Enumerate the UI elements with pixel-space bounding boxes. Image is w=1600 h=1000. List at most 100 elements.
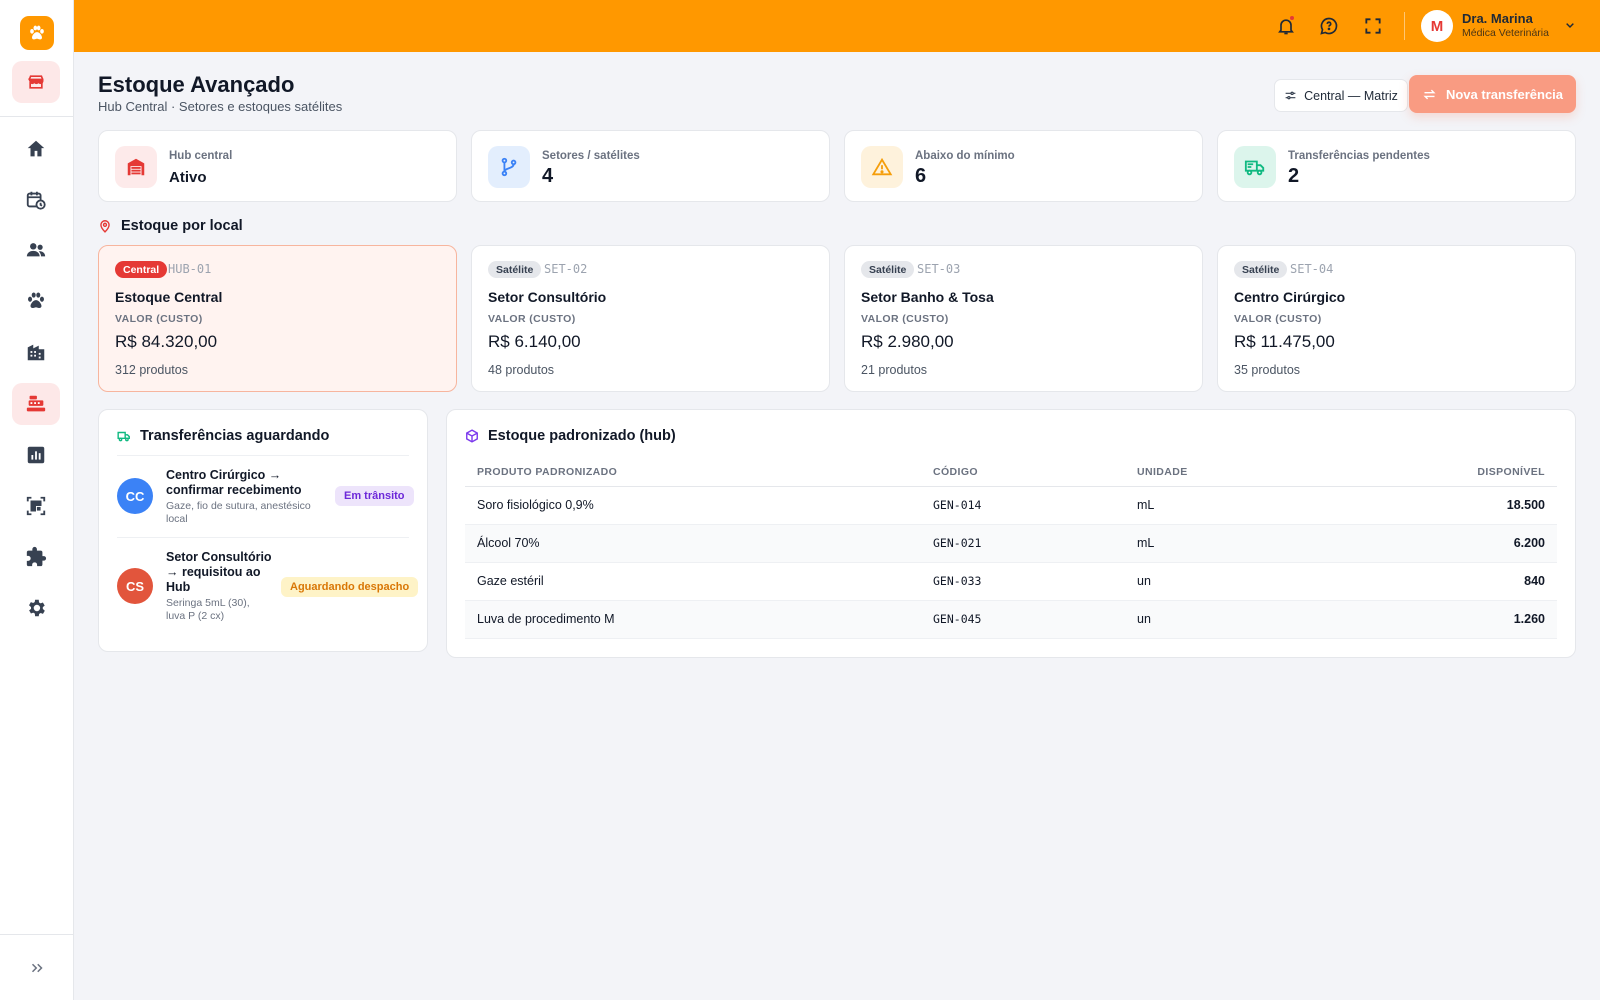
branch-icon <box>488 146 530 188</box>
cell-code: GEN-033 <box>921 562 1125 601</box>
column-header-unit[interactable]: UNIDADE <box>1125 458 1329 487</box>
sidebar-expand-button[interactable] <box>0 934 73 1000</box>
new-transfer-label: Nova transferência <box>1445 86 1564 102</box>
standard-stock-table: PRODUTO PADRONIZADO CÓDIGO UNIDADE DISPO… <box>465 458 1557 639</box>
sidebar-item-integrations[interactable] <box>12 536 60 578</box>
location-badge: Satélite <box>488 261 542 278</box>
cell-available: 840 <box>1329 562 1557 601</box>
fullscreen-icon <box>1365 18 1381 34</box>
section-title-text: Transferências aguardando <box>140 428 330 444</box>
paw-logo-icon[interactable] <box>20 16 54 50</box>
locations-section-title: Estoque por local <box>98 218 243 234</box>
puzzle-icon <box>26 546 47 567</box>
help-chat-button[interactable] <box>1317 14 1341 38</box>
location-product-count: 21 produtos <box>861 363 928 377</box>
double-chevron-right-icon <box>31 963 43 972</box>
new-transfer-button[interactable]: Nova transferência <box>1409 75 1576 113</box>
bar-chart-icon <box>27 446 45 464</box>
table-row[interactable]: Luva de procedimento M GEN-045 un 1.260 <box>465 600 1557 639</box>
sidebar-item-home[interactable] <box>12 128 60 170</box>
table-row[interactable]: Álcool 70% GEN-021 mL 6.200 <box>465 524 1557 563</box>
location-card-banho-tosa[interactable]: Satélite SET-03 Setor Banho & Tosa VALOR… <box>844 245 1203 392</box>
user-name[interactable]: Dra. Marina <box>1462 11 1533 26</box>
transfer-description: Gaze, fio de sutura, anestésico local <box>166 500 326 525</box>
page-title: Estoque Avançado <box>98 72 295 97</box>
topbar-divider <box>1404 12 1405 40</box>
transfer-title-line: Setor Consultório <box>166 550 272 564</box>
notifications-button[interactable] <box>1274 14 1298 38</box>
stat-card-below-min: Abaixo do mínimo 6 <box>844 130 1203 202</box>
truck-icon <box>117 431 130 442</box>
location-name: Estoque Central <box>115 289 223 305</box>
store-button[interactable] <box>12 61 60 103</box>
paw-icon <box>28 292 44 309</box>
cell-available: 1.260 <box>1329 600 1557 639</box>
box-icon <box>466 429 478 443</box>
column-header-available[interactable]: DISPONÍVEL <box>1329 458 1557 487</box>
cell-product: Soro fisiológico 0,9% <box>465 486 921 525</box>
stat-card-hub: Hub central Ativo <box>98 130 457 202</box>
chevron-down-icon[interactable] <box>1562 17 1578 33</box>
notification-dot <box>1289 15 1295 21</box>
location-card-centro-cirurgico[interactable]: Satélite SET-04 Centro Cirúrgico VALOR (… <box>1217 245 1576 392</box>
location-code: SET-04 <box>1290 262 1334 276</box>
standard-stock-panel: Estoque padronizado (hub) PRODUTO PADRON… <box>446 409 1576 658</box>
sidebar-item-settings[interactable] <box>12 587 60 629</box>
sidebar-item-units[interactable] <box>12 331 60 373</box>
transfer-title[interactable]: Centro Cirúrgico → confirmar recebimento <box>166 468 301 498</box>
cell-unit: mL <box>1125 524 1329 563</box>
sidebar-divider <box>0 116 73 117</box>
stat-value: 6 <box>915 165 927 187</box>
status-badge: Aguardando despacho <box>281 577 419 597</box>
warning-icon <box>861 146 903 188</box>
cell-code: GEN-045 <box>921 600 1125 639</box>
location-code: SET-03 <box>917 262 961 276</box>
cell-product: Álcool 70% <box>465 524 921 563</box>
table-row[interactable]: Soro fisiológico 0,9% GEN-014 mL 18.500 <box>465 486 1557 525</box>
stat-card-sectors: Setores / satélites 4 <box>471 130 830 202</box>
cell-unit: un <box>1125 562 1329 601</box>
transfer-title-line: confirmar recebimento <box>166 483 302 497</box>
section-title-text: Estoque por local <box>121 218 243 234</box>
sidebar-item-inventory[interactable] <box>12 383 60 425</box>
location-name: Setor Consultório <box>488 289 607 305</box>
table-header-row: PRODUTO PADRONIZADO CÓDIGO UNIDADE DISPO… <box>465 458 1557 487</box>
sidebar-item-clients[interactable] <box>12 229 60 271</box>
sidebar-item-qr[interactable] <box>12 485 60 527</box>
stat-label: Setores / satélites <box>542 150 640 162</box>
location-card-central[interactable]: Central HUB-01 Estoque Central VALOR (CU… <box>98 245 457 392</box>
avatar: CS <box>117 568 153 604</box>
page-subtitle: Hub Central · Setores e estoques satélit… <box>98 99 343 114</box>
location-name: Centro Cirúrgico <box>1234 289 1346 305</box>
qr-code-icon <box>26 496 46 516</box>
sidebar <box>0 0 74 1000</box>
transfer-desc-line: local <box>166 512 188 525</box>
table-row[interactable]: Gaze estéril GEN-033 un 840 <box>465 562 1557 601</box>
location-value: R$ 6.140,00 <box>488 332 581 351</box>
gear-icon <box>29 599 45 617</box>
sidebar-item-agenda[interactable] <box>12 179 60 221</box>
location-selector-button[interactable]: Central — Matriz <box>1274 79 1408 112</box>
column-header-product[interactable]: PRODUTO PADRONIZADO <box>465 458 921 487</box>
sidebar-item-reports[interactable] <box>12 434 60 476</box>
map-pin-icon <box>100 220 110 233</box>
location-badge: Satélite <box>861 261 915 278</box>
transfer-desc-line: Seringa 5mL (30), <box>166 597 250 609</box>
location-card-consultorio[interactable]: Satélite SET-02 Setor Consultório VALOR … <box>471 245 830 392</box>
column-header-code[interactable]: CÓDIGO <box>921 458 1125 487</box>
location-badge: Satélite <box>1234 261 1288 278</box>
location-name: Setor Banho & Tosa <box>861 289 994 305</box>
divider <box>117 537 409 538</box>
cell-code: GEN-021 <box>921 524 1125 563</box>
sidebar-item-pets[interactable] <box>12 280 60 322</box>
location-code: HUB-01 <box>168 262 212 276</box>
location-value: R$ 11.475,00 <box>1234 332 1335 351</box>
transfer-title[interactable]: Setor Consultório → requisitou ao Hub <box>166 550 272 595</box>
location-value: R$ 2.980,00 <box>861 332 954 351</box>
transfers-panel: Transferências aguardando CC Centro Cirú… <box>98 409 428 652</box>
transfers-title: Transferências aguardando <box>117 428 329 444</box>
fullscreen-button[interactable] <box>1361 14 1385 38</box>
transfer-title-line: Centro Cirúrgico → <box>166 468 282 482</box>
user-avatar[interactable]: M <box>1421 10 1453 42</box>
warehouse-icon <box>115 146 157 188</box>
